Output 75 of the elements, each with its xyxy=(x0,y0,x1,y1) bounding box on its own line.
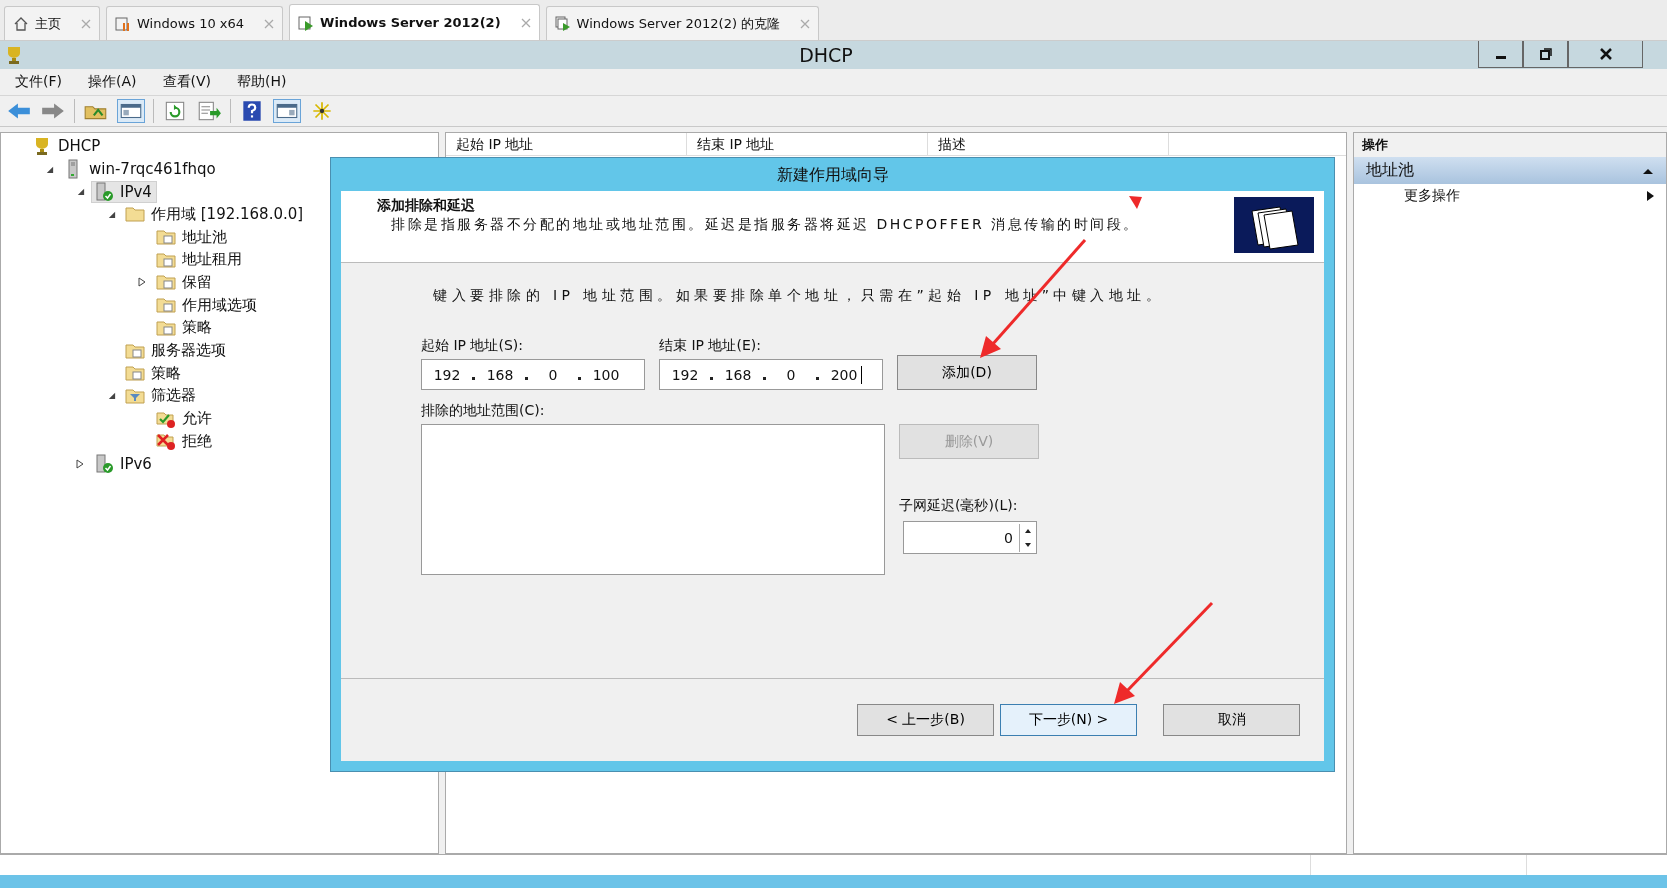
folder-document-icon xyxy=(125,363,145,384)
menu-item[interactable]: 查看(V) xyxy=(162,73,211,91)
expanded-arrow-icon[interactable] xyxy=(106,209,116,219)
window-title: DHCP xyxy=(799,44,853,66)
home-icon xyxy=(13,15,29,32)
folders-icon xyxy=(1234,197,1314,253)
vm-clone-icon xyxy=(554,15,571,32)
tree-item[interactable]: 策略 xyxy=(153,316,217,339)
field-label: 起始 IP 地址(S): xyxy=(421,337,524,355)
list-label: 排除的地址范围(C): xyxy=(421,402,546,420)
expanded-arrow-icon[interactable] xyxy=(75,187,85,197)
actions-header: 操作 xyxy=(1354,133,1666,157)
tree-item[interactable]: 服务器选项 xyxy=(122,339,231,362)
annotation-arrow xyxy=(1129,196,1142,209)
tree-item[interactable]: 地址池 xyxy=(153,226,232,249)
column-header[interactable]: 描述 xyxy=(928,133,1169,155)
delay-spin-field[interactable]: 0 xyxy=(903,521,1037,554)
minimize-icon xyxy=(1495,55,1506,59)
tree-item[interactable]: 作用域 [192.168.0.0] xyxy=(122,203,309,226)
tree-item[interactable]: 允许 xyxy=(153,407,217,430)
tree-item[interactable]: 策略 xyxy=(122,362,186,385)
tree-item[interactable]: 作用域选项 xyxy=(153,294,262,317)
ip-address-field[interactable]: 192 168 0 100 xyxy=(421,359,645,390)
field-label: 结束 IP 地址(E): xyxy=(659,337,762,355)
close-icon xyxy=(1597,46,1614,62)
folder-document-icon xyxy=(156,295,176,316)
menu-item[interactable]: 帮助(H) xyxy=(237,73,287,91)
field-label: 子网延迟(毫秒)(L): xyxy=(899,497,1019,515)
action-pane-icon[interactable] xyxy=(273,99,301,123)
wizard-button[interactable]: 取消 xyxy=(1163,704,1300,736)
submenu-arrow-icon xyxy=(1646,191,1654,201)
tree-item[interactable]: 地址租用 xyxy=(153,248,247,271)
collapsed-arrow-icon[interactable] xyxy=(137,277,147,288)
server-check-icon xyxy=(94,181,114,202)
tree-item[interactable]: IPv6 xyxy=(91,452,157,475)
cross-icon xyxy=(156,431,176,452)
folder-document-icon xyxy=(156,227,176,248)
column-header[interactable]: 起始 IP 地址 xyxy=(446,133,687,155)
close-button[interactable] xyxy=(1568,41,1643,68)
page-description: 排除是指服务器不分配的地址或地址范围。延迟是指服务器将延迟 DHCPOFFER 消息传输的时间段。 xyxy=(390,215,1141,233)
tree-item[interactable]: IPv4 xyxy=(91,180,157,203)
action-item[interactable]: 更多操作 xyxy=(1354,184,1666,208)
vm-paused-icon xyxy=(115,15,131,32)
tree-item[interactable]: win-7rqc461fhqo xyxy=(60,158,221,181)
column-header[interactable]: 结束 IP 地址 xyxy=(687,133,928,155)
page-heading: 添加排除和延迟 xyxy=(377,197,475,215)
actions-section-header[interactable]: 地址池 xyxy=(1354,157,1666,184)
tree-item[interactable]: DHCP xyxy=(29,135,106,158)
tree-item[interactable]: 保留 xyxy=(153,271,217,294)
browser-tab[interactable]: 主页 xyxy=(4,6,100,40)
expanded-arrow-icon[interactable] xyxy=(44,164,54,174)
export-list-icon[interactable] xyxy=(196,100,222,122)
tree-item[interactable]: 拒绝 xyxy=(153,430,217,453)
browser-tab[interactable]: Windows 10 x64 xyxy=(106,6,284,40)
collapsed-arrow-icon[interactable] xyxy=(75,458,85,469)
folder-document-icon xyxy=(156,272,176,293)
console-tree-icon[interactable] xyxy=(117,99,145,123)
browser-tab[interactable]: Windows Server 2012(2) 的克隆 xyxy=(545,6,820,40)
menu-item[interactable]: 文件(F) xyxy=(15,73,62,91)
menu-item[interactable]: 操作(A) xyxy=(88,73,137,91)
minimize-button[interactable] xyxy=(1478,41,1523,68)
wizard-button[interactable]: 下一步(N) > xyxy=(1000,704,1137,736)
vm-running-icon xyxy=(298,14,315,31)
dialog-title: 新建作用域向导 xyxy=(775,164,890,186)
wizard-button[interactable]: < 上一步(B) xyxy=(857,704,994,736)
tree-item[interactable]: 筛选器 xyxy=(122,384,201,407)
folder-icon xyxy=(125,204,145,225)
server-check-icon xyxy=(94,453,114,474)
expanded-arrow-icon[interactable] xyxy=(106,391,116,401)
browser-tab[interactable]: Windows Server 2012(2) xyxy=(289,4,540,40)
restore-button[interactable] xyxy=(1523,41,1568,68)
collapse-caret-icon[interactable] xyxy=(1642,166,1654,175)
restore-icon xyxy=(1537,46,1554,62)
add-button[interactable]: 添加(D) xyxy=(897,355,1037,390)
ip-address-field[interactable]: 192 168 0 200 xyxy=(659,359,883,390)
